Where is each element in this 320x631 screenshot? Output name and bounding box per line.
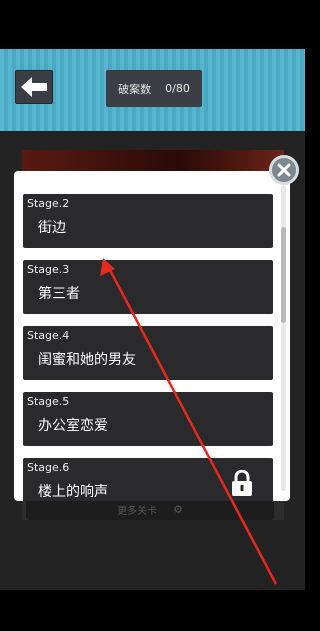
back-button[interactable]: [15, 70, 53, 104]
more-stages-bar: 更多关卡 ⚙: [26, 498, 274, 520]
case-count: 0/80: [165, 82, 190, 95]
case-label: 破案数: [118, 82, 152, 96]
gear-icon: ⚙: [173, 502, 183, 516]
arrow-left-icon: [21, 77, 47, 97]
stage-title: 楼上的响声: [38, 484, 108, 500]
stage-title: 第三者: [38, 286, 80, 302]
bottom-strip: [0, 590, 305, 631]
stage-item[interactable]: Stage.4 闺蜜和她的男友: [23, 326, 273, 380]
close-button[interactable]: [269, 155, 299, 185]
stage-item[interactable]: Stage.3 第三者: [23, 260, 273, 314]
stage-item-locked[interactable]: Stage.6 楼上的响声: [23, 458, 273, 501]
stage-number: Stage.3: [27, 263, 70, 276]
more-stages-label: 更多关卡: [117, 505, 158, 517]
stage-number: Stage.5: [27, 395, 70, 408]
stage-item[interactable]: Stage.5 办公室恋爱: [23, 392, 273, 446]
stage-list[interactable]: Stage.2 街边 Stage.3 第三者 Stage.4 闺蜜和她的男友 S…: [23, 194, 273, 501]
stage-title: 办公室恋爱: [38, 418, 108, 434]
stage-number: Stage.6: [27, 461, 70, 474]
stage-title: 街边: [38, 220, 66, 236]
stage-number: Stage.2: [27, 197, 70, 210]
close-icon: [277, 163, 291, 177]
lock-icon: [232, 470, 252, 496]
stage-item[interactable]: Stage.2 街边: [23, 194, 273, 248]
stage-number: Stage.4: [27, 329, 70, 342]
stage-title: 闺蜜和她的男友: [38, 352, 136, 368]
stage-select-dialog: Stage.2 街边 Stage.3 第三者 Stage.4 闺蜜和她的男友 S…: [14, 171, 290, 501]
case-counter: 破案数 0/80: [106, 70, 202, 107]
scrollbar-thumb[interactable]: [281, 227, 286, 323]
